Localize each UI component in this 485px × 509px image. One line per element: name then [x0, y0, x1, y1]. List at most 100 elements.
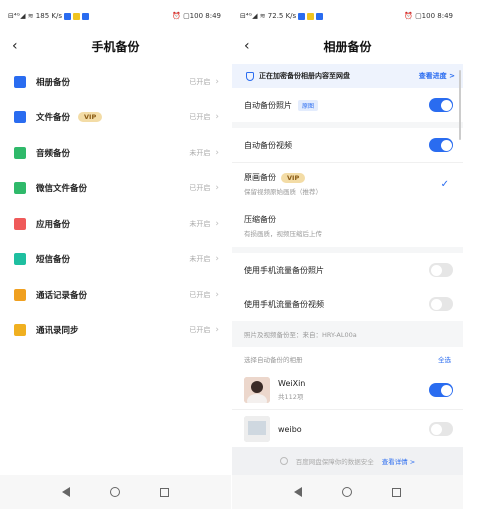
compressed-option[interactable]: 压缩备份 有损画质，视频压缩后上传 — [232, 205, 463, 247]
view-progress-link[interactable]: 查看进度 > — [419, 71, 455, 81]
status-app-icon — [316, 12, 324, 20]
chevron-right-icon: › — [215, 183, 219, 194]
chevron-right-icon: › — [215, 147, 219, 158]
system-nav-bar — [232, 475, 463, 509]
mobile-data-photo-label: 使用手机流量备份照片 — [244, 265, 324, 275]
vip-badge: VIP — [281, 172, 306, 183]
select-all-button[interactable]: 全选 — [438, 354, 451, 364]
auto-backup-photo-toggle[interactable] — [429, 98, 453, 112]
scrollbar[interactable] — [459, 70, 461, 140]
header: ‹ 相册备份 — [232, 32, 463, 60]
album-name: weibo — [278, 424, 302, 434]
album-thumbnail — [244, 416, 270, 442]
security-text: 百度网盘保障你的数据安全 — [295, 458, 374, 466]
backup-item-status: 已开启 — [189, 77, 211, 86]
chevron-right-icon: › — [215, 112, 219, 123]
file-icon — [14, 111, 26, 124]
back-nav-icon[interactable] — [294, 487, 302, 497]
status-bar: ⊟⁴ᴳ◢ ≋ 72.5 K/s ⏰ ▢100 8:49 — [232, 0, 463, 32]
backup-item[interactable]: 短信备份 未开启 › — [0, 242, 231, 278]
music-icon — [14, 146, 26, 159]
backup-item[interactable]: 音频备份 未开启 › — [0, 135, 231, 171]
backup-item[interactable]: 通话记录备份 已开启 › — [0, 277, 231, 313]
status-network: ⊟⁴ᴳ◢ ≋ 185 K/s — [8, 12, 62, 20]
backup-item-status: 未开启 — [189, 148, 211, 157]
backup-item-label: 相册备份 — [36, 77, 71, 88]
original-quality-option[interactable]: 原画备份 VIP 保留视频原始画质（推荐） ✓ — [232, 163, 463, 205]
home-nav-icon[interactable] — [110, 487, 120, 497]
backup-item[interactable]: 相册备份 已开启 › — [0, 64, 231, 100]
original-quality-label: 原画备份 — [244, 173, 276, 182]
mobile-data-video-toggle[interactable] — [429, 297, 453, 311]
status-time: ⏰ ▢100 8:49 — [404, 12, 453, 20]
shield-icon — [279, 457, 288, 465]
backup-device-info: 照片及视频备份至：来自：HRY-AL00a — [232, 321, 463, 347]
backup-item-label: 音频备份 — [36, 148, 71, 159]
album-toggle[interactable] — [429, 383, 453, 397]
wechat-icon — [14, 182, 26, 195]
backup-item-label: 微信文件备份 — [36, 184, 88, 195]
recent-apps-icon[interactable] — [160, 487, 169, 497]
mobile-data-photo-row: 使用手机流量备份照片 — [232, 253, 463, 287]
sms-icon — [14, 253, 26, 266]
auto-backup-video-row: 自动备份视频 — [232, 128, 463, 162]
backup-item-label: 应用备份 — [36, 219, 71, 230]
check-icon: ✓ — [440, 178, 449, 190]
contacts-icon — [14, 324, 26, 337]
mobile-data-video-label: 使用手机流量备份视频 — [244, 299, 324, 309]
album-toggle[interactable] — [429, 422, 453, 436]
album-thumbnail — [244, 377, 270, 403]
back-nav-icon[interactable] — [62, 487, 70, 497]
backup-item-status: 已开启 — [189, 326, 211, 335]
chevron-right-icon: › — [215, 325, 219, 336]
home-nav-icon[interactable] — [342, 487, 352, 497]
album-backup-screen: ⊟⁴ᴳ◢ ≋ 72.5 K/s ⏰ ▢100 8:49 ‹ 相册备份 正在加密备… — [232, 0, 463, 509]
back-button[interactable]: ‹ — [12, 38, 18, 54]
backup-item[interactable]: 通讯录同步 已开启 › — [0, 313, 231, 349]
view-details-link[interactable]: 查看详情 > — [382, 456, 416, 466]
backup-item[interactable]: 应用备份 未开启 › — [0, 206, 231, 242]
header: ‹ 手机备份 — [0, 32, 231, 60]
status-app-icon — [298, 12, 306, 20]
mobile-data-photo-toggle[interactable] — [429, 263, 453, 277]
albums-header: 选择自动备份的相册 全选 — [232, 347, 463, 371]
compressed-label: 压缩备份 — [244, 215, 276, 224]
shield-icon — [246, 71, 254, 81]
backup-item[interactable]: 微信文件备份 已开启 › — [0, 171, 231, 207]
page-title: 手机备份 — [91, 39, 140, 54]
status-left: ⊟⁴ᴳ◢ ≋ 72.5 K/s — [240, 12, 324, 20]
status-app-icon — [63, 12, 71, 20]
app-icon — [14, 217, 26, 230]
back-button[interactable]: ‹ — [244, 38, 250, 54]
status-time: ⏰ ▢100 8:49 — [172, 12, 221, 20]
status-app-icon — [72, 12, 80, 20]
album-item: weibo — [232, 410, 463, 448]
auto-backup-video-label: 自动备份视频 — [244, 140, 292, 150]
album-count: 共112项 — [278, 393, 304, 401]
auto-backup-video-toggle[interactable] — [429, 138, 453, 152]
phone-backup-screen: ⊟⁴ᴳ◢ ≋ 185 K/s ⏰ ▢100 8:49 ‹ 手机备份 相册备份已开… — [0, 0, 231, 509]
backup-item-label: 通话记录备份 — [36, 290, 88, 301]
backup-item-status: 已开启 — [189, 113, 211, 122]
backup-item-status: 未开启 — [189, 255, 211, 264]
chevron-right-icon: › — [215, 76, 219, 87]
album-item: WeiXin 共112项 — [232, 371, 463, 409]
chevron-right-icon: › — [215, 254, 219, 265]
backup-list: 相册备份 已开启 › 文件备份 VIP 已开启 › 音频备份 未开启 › 微信文件备份 已开启 › 应用备… — [0, 64, 231, 348]
chevron-right-icon: › — [215, 218, 219, 229]
auto-backup-photo-label: 自动备份照片 — [244, 100, 292, 110]
recent-apps-icon[interactable] — [392, 487, 401, 497]
backup-item[interactable]: 文件备份 VIP 已开启 › — [0, 100, 231, 136]
backup-item-label: 文件备份 — [36, 113, 71, 124]
original-quality-sub: 保留视频原始画质（推荐） — [244, 188, 322, 196]
status-left: ⊟⁴ᴳ◢ ≋ 185 K/s — [8, 12, 89, 20]
banner-text: 正在加密备份相册内容至网盘 — [259, 72, 350, 80]
mobile-data-video-row: 使用手机流量备份视频 — [232, 287, 463, 321]
backup-item-status: 已开启 — [189, 184, 211, 193]
backup-item-status: 未开启 — [189, 219, 211, 228]
compressed-sub: 有损画质，视频压缩后上传 — [244, 230, 322, 238]
security-footer: 百度网盘保障你的数据安全 查看详情 > — [232, 447, 463, 475]
album-name: WeiXin — [278, 379, 306, 388]
photo-icon — [14, 75, 26, 88]
page-title: 相册备份 — [323, 39, 372, 54]
